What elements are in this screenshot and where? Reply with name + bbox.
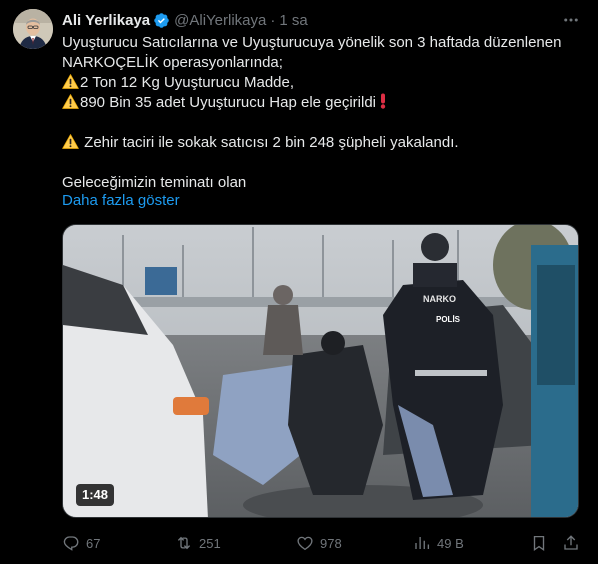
warning-icon [62, 134, 79, 149]
tweet-spacer [62, 153, 582, 173]
video-thumbnail: NARKO POLİS [63, 225, 578, 517]
tweet-card[interactable]: Ali Yerlikaya @AliYerlikaya · 1 sa Uyuşt… [0, 0, 598, 564]
tweet-line-3-text: 2 Ton 12 Kg Uyuşturucu Madde, [80, 74, 295, 91]
bookmark-button[interactable] [530, 533, 554, 553]
verified-badge-icon [154, 12, 169, 28]
views-icon [415, 537, 430, 549]
author-name[interactable]: Ali Yerlikaya [62, 12, 150, 29]
tweet-text: Uyuşturucu Satıcılarına ve Uyuşturucuya … [62, 33, 582, 193]
tweet-line-4: 890 Bin 35 adet Uyuşturucu Hap ele geçir… [62, 93, 582, 113]
like-icon [297, 536, 313, 551]
timestamp[interactable]: 1 sa [279, 12, 307, 29]
tweet-line-5: Zehir taciri ile sokak satıcısı 2 bin 24… [62, 133, 582, 153]
like-button[interactable]: 978 [296, 533, 342, 553]
repost-button[interactable]: 251 [175, 533, 221, 553]
author-handle[interactable]: @AliYerlikaya [174, 12, 266, 29]
show-more-link[interactable]: Daha fazla göster [62, 191, 180, 211]
tweet-line-2: NARKOÇELİK operasyonlarında; [62, 54, 283, 71]
reply-count: 67 [86, 535, 101, 551]
views-count: 49 B [437, 535, 464, 551]
more-options-icon [564, 18, 578, 22]
vest-police-text: POLİS [436, 315, 461, 324]
vest-sign-text: NARKO [423, 294, 456, 304]
share-button[interactable] [562, 533, 586, 553]
repost-count: 251 [199, 535, 221, 551]
avatar-photo [13, 9, 53, 49]
more-options-button[interactable] [560, 9, 582, 31]
repost-icon [177, 536, 191, 550]
tweet-line-5-text: Zehir taciri ile sokak satıcısı 2 bin 24… [80, 134, 459, 151]
reply-button[interactable]: 67 [62, 533, 100, 553]
avatar[interactable] [13, 9, 53, 49]
warning-icon [62, 94, 79, 109]
header-separator: · [270, 11, 276, 29]
video-player[interactable]: NARKO POLİS 1:48 [62, 224, 579, 518]
warning-icon [62, 74, 79, 89]
tweet-line-1: Uyuşturucu Satıcılarına ve Uyuşturucuya … [62, 34, 562, 51]
tweet-spacer [62, 113, 582, 133]
exclamation-icon [380, 93, 386, 109]
tweet-line-4-text: 890 Bin 35 adet Uyuşturucu Hap ele geçir… [80, 94, 377, 111]
tweet-line-6: Geleceğimizin teminatı olan [62, 174, 247, 191]
tweet-header: Ali Yerlikaya @AliYerlikaya · 1 sa [62, 10, 308, 30]
reply-icon [63, 536, 79, 551]
share-icon [564, 535, 578, 550]
like-count: 978 [320, 535, 342, 551]
video-duration: 1:48 [76, 484, 115, 506]
tweet-line-3: 2 Ton 12 Kg Uyuşturucu Madde, [62, 73, 582, 93]
views-button[interactable]: 49 B [413, 533, 464, 553]
bookmark-icon [533, 535, 545, 552]
action-bar: 67 251 978 49 B [62, 533, 582, 553]
